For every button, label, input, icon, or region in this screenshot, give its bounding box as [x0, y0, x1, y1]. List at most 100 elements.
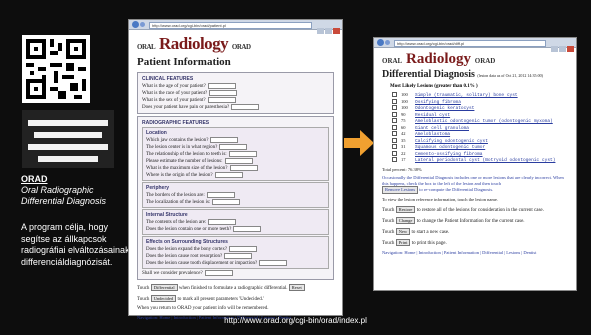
- differential-instruction: Touch Differential when finished to form…: [137, 284, 334, 291]
- window-controls: [550, 39, 574, 52]
- lesion-name-link[interactable]: Ameloblastoma: [415, 132, 450, 137]
- lesion-name-link[interactable]: Ameloblastic odontogenic tumor (odontoge…: [415, 119, 553, 124]
- contents-select[interactable]: [208, 219, 237, 225]
- list-subheading: Most Likely Lesions (greater than 0.1% ): [390, 84, 478, 89]
- lesion-checkbox[interactable]: [392, 118, 397, 124]
- resorption-select[interactable]: [224, 253, 253, 259]
- print-instruction: Touch Print to print this page.: [382, 239, 447, 246]
- window-controls: [316, 21, 340, 34]
- undecided-button[interactable]: Undecided: [150, 295, 177, 302]
- program-title-block: ORAD Oral Radiographic Differential Diag…: [21, 174, 131, 207]
- restore-button[interactable]: Restore: [395, 206, 416, 213]
- program-subtitle-line2: Differential Diagnosis: [21, 196, 107, 206]
- lesion-checkbox[interactable]: [392, 144, 397, 150]
- subsection-header: Effects on Surrounding Structures: [146, 239, 228, 245]
- race-select[interactable]: [209, 90, 238, 96]
- pain-select[interactable]: [231, 104, 260, 110]
- arrow-right-icon: [344, 130, 374, 156]
- teeth-relation-select[interactable]: [228, 151, 257, 157]
- logo-prefix: ORAL: [137, 43, 156, 51]
- age-select[interactable]: [207, 83, 236, 89]
- change-button[interactable]: Change: [395, 217, 416, 224]
- maximize-icon[interactable]: [325, 28, 332, 34]
- localization-select[interactable]: [212, 199, 241, 205]
- origin-select[interactable]: [214, 172, 243, 178]
- program-subtitle-line1: Oral Radiographic: [21, 185, 94, 195]
- program-title: ORAD: [21, 174, 48, 184]
- periphery-row: The localization of the lesion is:: [146, 199, 325, 206]
- total-percent: Total percent: 76.38%: [382, 166, 422, 172]
- lesion-name-link[interactable]: Cemento-ossifying fibroma: [415, 152, 483, 157]
- size-select[interactable]: [229, 165, 258, 171]
- print-button[interactable]: Print: [395, 239, 411, 246]
- reset-button[interactable]: Reset: [288, 284, 305, 291]
- internal-row: Does the lesion contain one or more teet…: [146, 226, 325, 233]
- sex-select[interactable]: [207, 97, 236, 103]
- lesion-checkbox[interactable]: [392, 92, 397, 98]
- expand-select[interactable]: [229, 246, 258, 252]
- location-row: Please estimate the number of lesions:: [146, 158, 325, 165]
- lesion-checkbox[interactable]: [392, 105, 397, 111]
- number-select[interactable]: [224, 158, 253, 164]
- subsection-header: Internal Structure: [146, 212, 188, 218]
- lesion-checkbox[interactable]: [392, 111, 397, 117]
- forward-icon[interactable]: [385, 40, 390, 45]
- change-instruction: Touch Change to change the Patient Infor…: [382, 217, 525, 224]
- lesion-name-link[interactable]: Squamous odontogenic tumor: [415, 145, 485, 150]
- lesion-checkbox[interactable]: [392, 150, 397, 156]
- address-bar[interactable]: http://www.orad.org/cgi-bin/orad/patient…: [149, 22, 312, 29]
- lesion-checkbox[interactable]: [392, 157, 397, 163]
- lesion-name-link[interactable]: Calcifying odontogenic cyst: [415, 139, 488, 144]
- back-icon[interactable]: [132, 21, 139, 28]
- forward-icon[interactable]: [140, 22, 145, 27]
- address-bar[interactable]: http://www.orad.org/cgi-bin/orad/diff.pl: [394, 40, 546, 47]
- location-subsection: Location Which jaw contains the lesion? …: [142, 127, 329, 181]
- minimize-icon[interactable]: [317, 28, 324, 34]
- remove-instruction: Occasionally the Differential Diagnosis …: [382, 175, 564, 194]
- clinical-features-section: CLINICAL FEATURES What is the age of you…: [137, 72, 334, 114]
- close-icon[interactable]: [333, 28, 340, 34]
- return-note: When you return to ORAD your patient inf…: [137, 306, 269, 311]
- lesion-row: 75 Ameloblastic odontogenic tumor (odonto…: [392, 118, 568, 125]
- location-row: What is the maximum size of the lesion?: [146, 165, 325, 172]
- jaw-select[interactable]: [210, 137, 239, 143]
- maximize-icon[interactable]: [559, 46, 566, 52]
- borders-select[interactable]: [206, 192, 235, 198]
- lesion-name-link[interactable]: Lateral periodontal cyst (Botryoid odont…: [415, 158, 555, 163]
- lesion-list: 100 Simple (traumatic, solitary) bone cys…: [382, 92, 568, 164]
- close-icon[interactable]: [567, 46, 574, 52]
- displacement-select[interactable]: [259, 260, 288, 266]
- teeth-contained-select[interactable]: [233, 226, 262, 232]
- location-row: The relationship of the lesion to teeth …: [146, 151, 325, 158]
- lesion-name-link[interactable]: Ossifying fibroma: [415, 100, 461, 105]
- differential-button[interactable]: Differential: [150, 284, 178, 291]
- logo-prefix: ORAL: [382, 57, 403, 65]
- logo-sub: ORAD: [474, 57, 496, 65]
- internal-row: The contents of the lesion are:: [146, 219, 325, 226]
- clinical-row-race: What is the race of your patient?: [142, 90, 329, 97]
- browser-titlebar: http://www.orad.org/cgi-bin/orad/patient…: [129, 20, 342, 34]
- radiographic-features-section: RADIOGRAPHIC FEATURES Location Which jaw…: [137, 116, 334, 280]
- lesion-checkbox[interactable]: [392, 137, 397, 143]
- lesion-reference-note: To view the lesion reference information…: [382, 196, 499, 202]
- subsection-header: Location: [146, 130, 167, 136]
- navigation-links[interactable]: Navigation: Home | Introduction | Patien…: [382, 250, 568, 255]
- lesion-name-link[interactable]: Residual cyst: [415, 113, 450, 118]
- lesion-checkbox[interactable]: [392, 98, 397, 104]
- new-button[interactable]: New: [395, 228, 411, 235]
- location-row: Where is the origin of the lesion?: [146, 172, 325, 179]
- lesion-checkbox[interactable]: [392, 124, 397, 130]
- lesion-checkbox[interactable]: [392, 131, 397, 137]
- back-icon[interactable]: [377, 39, 384, 46]
- region-select[interactable]: [219, 144, 248, 150]
- logo-sub: ORAD: [231, 43, 251, 51]
- restore-instruction: Touch Restore to restore all of the lesi…: [382, 206, 544, 213]
- minimize-icon[interactable]: [551, 46, 558, 52]
- clinical-row-age: What is the age of your patient?: [142, 83, 329, 90]
- lesion-name-link[interactable]: Giant cell granuloma: [415, 126, 469, 131]
- lesion-name-link[interactable]: Odontogenic keratocyst: [415, 106, 474, 111]
- remove-lesions-button[interactable]: Remove Lesions: [382, 186, 419, 194]
- lesion-name-link[interactable]: Simple (traumatic, solitary) bone cyst: [415, 93, 518, 98]
- prevalence-select[interactable]: [204, 270, 233, 276]
- effects-row: Does the lesion cause tooth displacement…: [146, 260, 325, 267]
